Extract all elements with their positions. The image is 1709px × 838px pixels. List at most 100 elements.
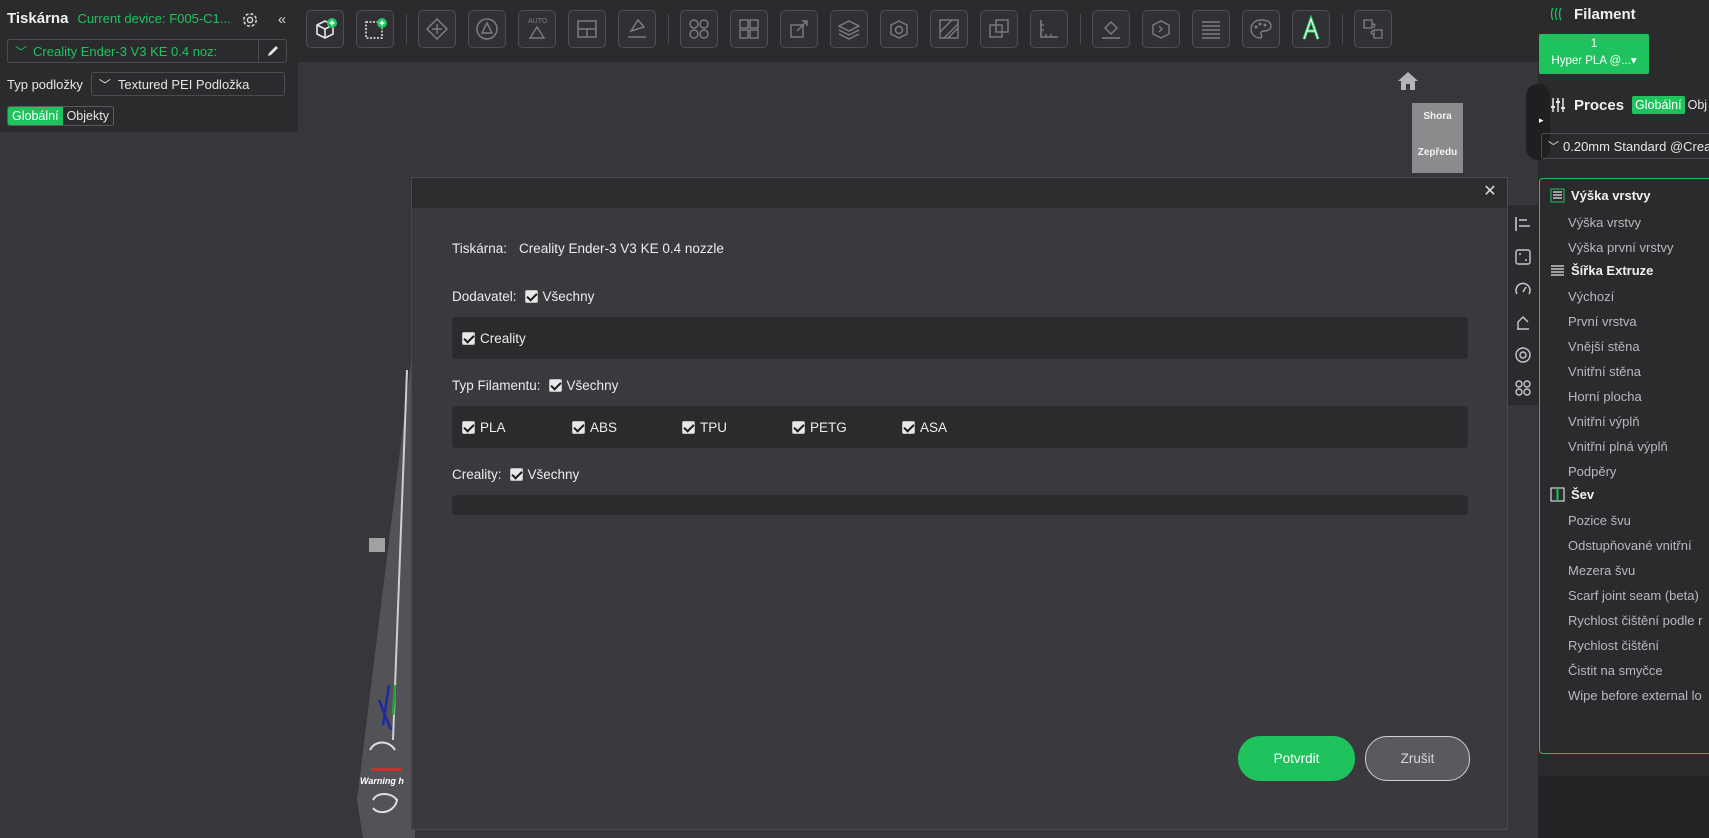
color-paint-icon[interactable] — [1242, 10, 1280, 48]
confirm-button[interactable]: Potvrdit — [1238, 736, 1355, 781]
mesh-boolean-icon[interactable] — [930, 10, 968, 48]
view-cube[interactable]: Shora Zepředu — [1412, 103, 1463, 173]
settings-sidebar: Filament 1 Hyper PLA @...▾ ▸ Proces Glob… — [1526, 0, 1709, 838]
fan-icon[interactable] — [1514, 379, 1532, 397]
filament-type-all-checkbox[interactable] — [548, 379, 562, 392]
filament-type-checkbox[interactable] — [462, 420, 475, 434]
assembly-icon[interactable] — [1354, 10, 1392, 48]
split-objects-icon[interactable] — [680, 10, 718, 48]
setting-item[interactable]: Čistit na smyčce — [1568, 663, 1663, 678]
setting-item[interactable]: Výška první vrstvy — [1568, 240, 1673, 255]
filament-type-name: TPU — [700, 419, 727, 435]
setting-item[interactable]: Rychlost čištění podle r — [1568, 613, 1702, 628]
filament-type-checkbox[interactable] — [792, 420, 805, 434]
creality-all-checkbox[interactable] — [509, 468, 523, 481]
add-plate-icon[interactable] — [356, 10, 394, 48]
filament-type-checkbox[interactable] — [572, 420, 585, 434]
gear-icon[interactable] — [240, 10, 260, 30]
setting-item[interactable]: Výška vrstvy — [1568, 215, 1641, 230]
current-device-link[interactable]: Current device: F005-C1... — [77, 11, 230, 26]
setting-item[interactable]: Mezera švu — [1568, 563, 1635, 578]
support-icon[interactable] — [1514, 313, 1532, 331]
setting-item[interactable]: První vrstva — [1568, 314, 1637, 329]
warning-label: Warning h — [360, 776, 404, 786]
seam-paint-icon[interactable] — [1092, 10, 1130, 48]
setting-item[interactable]: Rychlost čištění — [1568, 638, 1659, 653]
printer-select[interactable]: ﹀ Creality Ender-3 V3 KE 0.4 noz: — [7, 39, 287, 63]
speed-gauge-icon[interactable] — [1514, 281, 1532, 299]
filament-type-checkbox[interactable] — [682, 420, 695, 434]
bed-type-select[interactable]: ﹀ Textured PEI Podložka — [90, 72, 285, 96]
support-paint-icon[interactable] — [980, 10, 1018, 48]
layers-icon[interactable] — [830, 10, 868, 48]
process-tab-global[interactable]: Globální — [1632, 96, 1685, 114]
view-icon[interactable] — [1514, 346, 1532, 364]
section-extrusion-width[interactable]: Šířka Extruze — [1550, 263, 1653, 278]
bed-type-label: Typ podložky — [7, 76, 83, 92]
extrusion-width-icon — [1551, 265, 1564, 276]
close-icon[interactable]: ✕ — [1481, 183, 1499, 201]
printer-select-value: Creality Ender-3 V3 KE 0.4 noz: — [33, 43, 218, 59]
scale-icon[interactable] — [780, 10, 818, 48]
filament-type-checkbox[interactable] — [902, 420, 915, 434]
add-cube-icon[interactable] — [306, 10, 344, 48]
setting-item[interactable]: Pozice švu — [1568, 513, 1631, 528]
cancel-button[interactable]: Zrušit — [1365, 736, 1470, 781]
setting-item[interactable]: Vnější stěna — [1568, 339, 1640, 354]
filament-type-item[interactable]: ABS — [572, 406, 617, 448]
section-seam[interactable]: Šev — [1550, 487, 1594, 502]
filament-type-item[interactable]: PETG — [792, 406, 847, 448]
process-profile-select[interactable]: ﹀ 0.20mm Standard @Crea — [1541, 133, 1709, 159]
section-layer-height[interactable]: Výška vrstvy — [1550, 188, 1651, 203]
filament-type-item[interactable]: ASA — [902, 406, 947, 448]
filament-slot-1[interactable]: 1 Hyper PLA @...▾ — [1539, 34, 1649, 74]
plate-settings-icon[interactable] — [1514, 248, 1532, 266]
setting-item[interactable]: Vnitřní stěna — [1568, 364, 1641, 379]
printer-tabs: Globální Objekty — [7, 106, 114, 126]
orient-icon[interactable] — [468, 10, 506, 48]
setting-item[interactable]: Scarf joint seam (beta) — [1568, 588, 1699, 603]
align-icon[interactable] — [1514, 215, 1532, 233]
setting-item[interactable]: Vnitřní výplň — [1568, 414, 1640, 429]
lay-flat-icon[interactable] — [618, 10, 656, 48]
printer-panel: Tiskárna Current device: F005-C1... « ﹀ … — [0, 0, 298, 132]
setting-item[interactable]: Horní plocha — [1568, 389, 1642, 404]
split-plate-icon[interactable] — [568, 10, 606, 48]
setting-item[interactable]: Wipe before external lo — [1568, 688, 1702, 703]
vendor-item[interactable]: Creality — [462, 317, 526, 359]
setting-item[interactable]: Podpěry — [1568, 464, 1616, 479]
printer-title-row: Tiskárna Current device: F005-C1... — [7, 10, 231, 27]
filament-header: Filament — [1538, 0, 1709, 28]
tab-global[interactable]: Globální — [8, 107, 63, 125]
filament-type-item[interactable]: TPU — [682, 406, 727, 448]
process-header: Proces Globální Obj — [1538, 94, 1709, 116]
layer-height-icon — [1550, 188, 1565, 203]
cut-icon[interactable] — [880, 10, 918, 48]
measure-icon[interactable] — [1030, 10, 1068, 48]
filament-type-item[interactable]: PLA — [462, 406, 506, 448]
home-icon[interactable] — [1396, 70, 1420, 92]
tab-objects[interactable]: Objekty — [63, 107, 113, 125]
pencil-icon[interactable] — [258, 40, 286, 62]
setting-item[interactable]: Odstupňované vnitřní — [1568, 538, 1692, 553]
double-chevron-left-icon[interactable]: « — [274, 10, 290, 30]
main-toolbar: AUTO — [298, 0, 1538, 62]
chevron-down-icon: ﹀ — [98, 77, 111, 92]
filament-spool-icon — [1550, 6, 1564, 22]
vendor-all-checkbox[interactable] — [524, 290, 538, 303]
variable-layer-icon[interactable] — [1142, 10, 1180, 48]
setting-item[interactable]: Vnitřní plná výplň — [1568, 439, 1668, 454]
auto-orient-icon[interactable]: AUTO — [518, 10, 556, 48]
layer-list-icon[interactable] — [1192, 10, 1230, 48]
section-title: Výška vrstvy — [1571, 188, 1651, 203]
process-tab-objects[interactable]: Obj — [1688, 98, 1707, 112]
text-icon[interactable] — [1292, 10, 1330, 48]
vendor-checkbox[interactable] — [462, 331, 475, 345]
split-parts-icon[interactable] — [730, 10, 768, 48]
dialog-printer-row: Tiskárna: Creality Ender-3 V3 KE 0.4 noz… — [452, 241, 724, 256]
view-cube-top-label[interactable]: Shora — [1412, 111, 1463, 122]
printer-panel-title: Tiskárna — [7, 10, 69, 27]
setting-item[interactable]: Výchozí — [1568, 289, 1614, 304]
arrange-icon[interactable] — [418, 10, 456, 48]
view-cube-front-label[interactable]: Zepředu — [1412, 147, 1463, 158]
